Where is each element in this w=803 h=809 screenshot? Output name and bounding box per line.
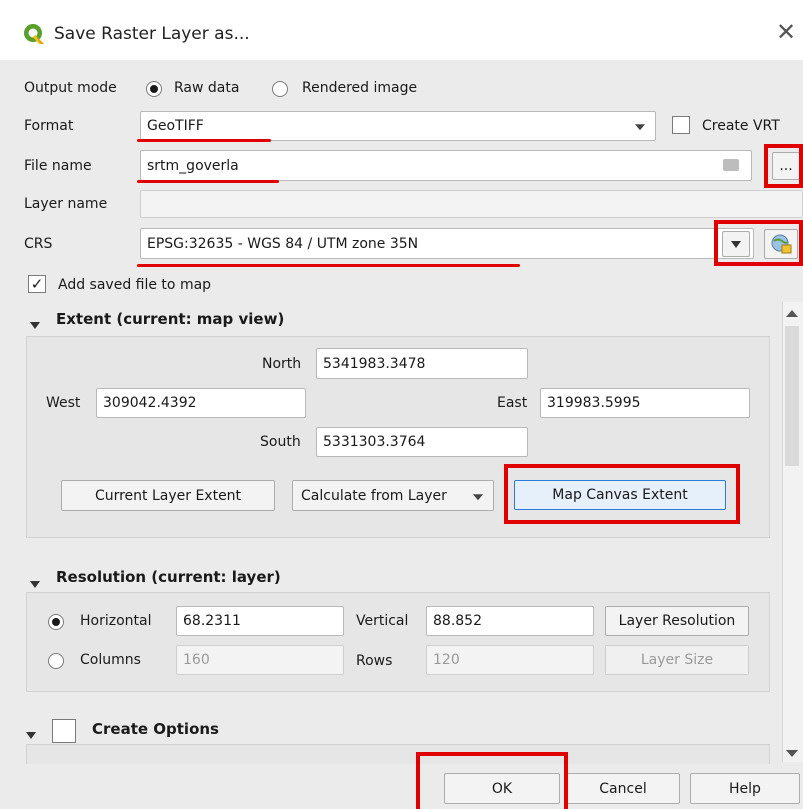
add-to-map-checkbox[interactable]: ✓ <box>28 275 46 293</box>
extent-title[interactable]: Extent (current: map view) <box>56 310 284 328</box>
help-button[interactable]: Help <box>690 773 800 804</box>
vertical-label: Vertical <box>356 613 409 629</box>
north-input[interactable]: 5341983.3478 <box>316 348 528 379</box>
create-options-checkbox[interactable] <box>52 719 76 743</box>
window-title: Save Raster Layer as... <box>54 24 250 44</box>
west-input[interactable]: 309042.4392 <box>96 388 306 418</box>
south-label: South <box>260 434 301 450</box>
crs-select[interactable]: EPSG:32635 - WGS 84 / UTM zone 35N <box>140 228 754 259</box>
annotation-underline-crs <box>137 264 520 267</box>
west-label: West <box>46 395 81 411</box>
north-label: North <box>262 356 302 372</box>
raw-data-label: Raw data <box>174 80 240 96</box>
create-vrt-checkbox[interactable] <box>672 116 690 134</box>
resolution-collapse-icon[interactable] <box>30 576 40 592</box>
create-options-collapse-icon[interactable] <box>26 727 36 743</box>
scroll-up-icon[interactable] <box>786 310 798 317</box>
crs-value: EPSG:32635 - WGS 84 / UTM zone 35N <box>147 235 419 252</box>
chevron-down-icon <box>635 124 645 131</box>
create-vrt-label: Create VRT <box>702 118 780 134</box>
chevron-down-icon <box>473 493 483 500</box>
add-to-map-label: Add saved file to map <box>58 277 212 293</box>
format-value: GeoTIFF <box>147 118 204 134</box>
format-label: Format <box>24 118 74 134</box>
calculate-from-layer-button[interactable]: Calculate from Layer <box>292 480 494 511</box>
calculate-from-layer-label: Calculate from Layer <box>301 487 447 504</box>
rows-label: Rows <box>356 653 393 669</box>
file-name-label: File name <box>24 158 92 174</box>
horizontal-radio[interactable] <box>48 614 64 630</box>
horizontal-label: Horizontal <box>80 613 152 629</box>
south-input[interactable]: 5331303.3764 <box>316 427 528 457</box>
columns-radio[interactable] <box>48 653 64 669</box>
rendered-image-label: Rendered image <box>302 80 418 96</box>
resolution-title[interactable]: Resolution (current: layer) <box>56 568 281 586</box>
vertical-input[interactable]: 88.852 <box>426 606 594 636</box>
extent-collapse-icon[interactable] <box>30 317 40 333</box>
clear-field-icon[interactable] <box>723 159 739 171</box>
layer-resolution-button[interactable]: Layer Resolution <box>605 606 749 636</box>
file-name-value: srtm_goverla <box>147 157 239 174</box>
qgis-logo-icon <box>22 22 46 46</box>
current-layer-extent-button[interactable]: Current Layer Extent <box>61 480 275 511</box>
annotation-underline-format <box>137 139 271 142</box>
close-icon[interactable]: ✕ <box>776 18 796 46</box>
rows-input[interactable]: 120 <box>426 645 594 675</box>
columns-label: Columns <box>80 652 141 668</box>
output-mode-label: Output mode <box>24 80 117 96</box>
crs-label: CRS <box>24 236 53 252</box>
create-options-group <box>26 744 770 764</box>
annotation-box-ok <box>416 752 568 809</box>
east-label: East <box>497 395 528 411</box>
layer-name-label: Layer name <box>24 196 108 212</box>
annotation-box-browse <box>764 144 803 188</box>
annotation-underline-filename <box>137 180 279 183</box>
rendered-image-radio[interactable] <box>272 81 288 97</box>
scrollbar-thumb[interactable] <box>785 326 799 466</box>
layer-size-button[interactable]: Layer Size <box>605 645 749 675</box>
annotation-box-crs <box>714 220 803 266</box>
cancel-button[interactable]: Cancel <box>566 773 680 804</box>
scroll-down-icon[interactable] <box>786 750 798 757</box>
columns-input[interactable]: 160 <box>176 645 344 675</box>
layer-name-input[interactable] <box>140 190 803 218</box>
annotation-box-map-canvas <box>504 464 740 524</box>
file-name-input[interactable]: srtm_goverla <box>140 150 752 181</box>
horizontal-input[interactable]: 68.2311 <box>176 606 344 636</box>
format-select[interactable]: GeoTIFF <box>140 111 656 141</box>
east-input[interactable]: 319983.5995 <box>540 388 750 418</box>
raw-data-radio[interactable] <box>146 81 162 97</box>
create-options-title[interactable]: Create Options <box>92 720 219 738</box>
